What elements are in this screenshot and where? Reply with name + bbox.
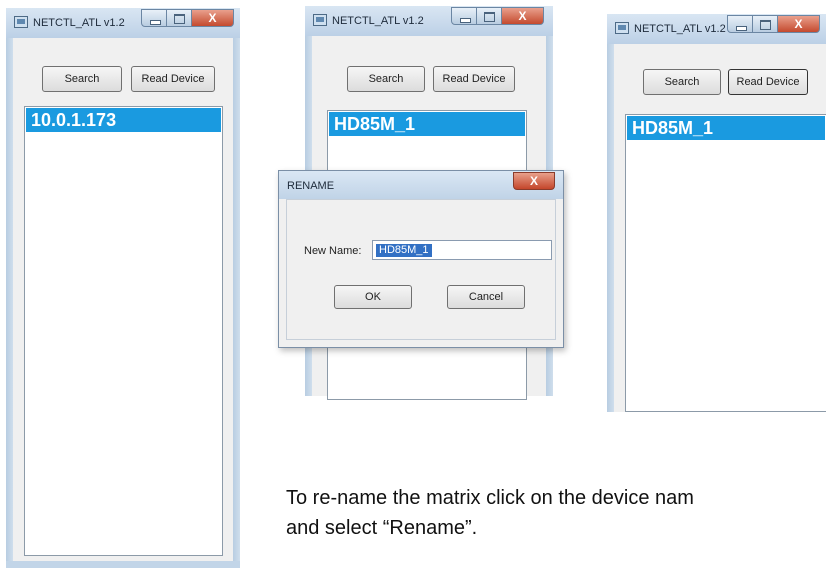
- maximize-icon: [484, 12, 495, 22]
- maximize-button[interactable]: [167, 9, 192, 27]
- device-list[interactable]: HD85M_1: [625, 114, 826, 412]
- title-bar[interactable]: NETCTL_ATL v1.2 X: [305, 6, 553, 36]
- caption-line-2: and select “Rename”.: [286, 517, 478, 539]
- new-name-input[interactable]: HD85M_1: [372, 240, 552, 260]
- maximize-icon: [174, 14, 185, 24]
- window-title: NETCTL_ATL v1.2: [634, 23, 726, 35]
- minimize-icon: [460, 18, 471, 23]
- title-bar[interactable]: NETCTL_ATL v1.2 X: [6, 8, 240, 38]
- window-frame-right: [233, 38, 240, 568]
- device-list[interactable]: 10.0.1.173: [24, 106, 223, 556]
- minimize-button[interactable]: [727, 15, 753, 33]
- search-button[interactable]: Search: [347, 66, 425, 92]
- search-button[interactable]: Search: [643, 69, 721, 95]
- close-button[interactable]: X: [502, 7, 544, 25]
- window-frame-left: [6, 38, 13, 568]
- dialog-body: New Name: HD85M_1 OK Cancel: [286, 199, 556, 340]
- read-device-button[interactable]: Read Device: [728, 69, 808, 95]
- close-button[interactable]: X: [192, 9, 234, 27]
- dialog-title-bar[interactable]: RENAME X: [279, 171, 563, 199]
- maximize-button[interactable]: [477, 7, 502, 25]
- minimize-icon: [736, 26, 747, 31]
- maximize-button[interactable]: [753, 15, 778, 33]
- app-icon: [14, 16, 28, 28]
- app-icon: [313, 14, 327, 26]
- new-name-input-value: HD85M_1: [376, 244, 432, 257]
- minimize-button[interactable]: [451, 7, 477, 25]
- minimize-icon: [150, 20, 161, 25]
- read-device-button[interactable]: Read Device: [131, 66, 215, 92]
- ok-button[interactable]: OK: [334, 285, 412, 309]
- cancel-button[interactable]: Cancel: [447, 285, 525, 309]
- read-device-button[interactable]: Read Device: [433, 66, 515, 92]
- window-title: NETCTL_ATL v1.2: [33, 17, 125, 29]
- maximize-icon: [760, 20, 771, 30]
- minimize-button[interactable]: [141, 9, 167, 27]
- rename-dialog: RENAME X New Name: HD85M_1 OK Cancel: [278, 170, 564, 348]
- device-list-item-selected[interactable]: 10.0.1.173: [26, 108, 221, 132]
- app-window-1: NETCTL_ATL v1.2 X Search Read Device 10.…: [6, 8, 240, 568]
- title-bar[interactable]: NETCTL_ATL v1.2 X: [607, 14, 826, 44]
- app-window-3: NETCTL_ATL v1.2 X Search Read Device HD8…: [607, 14, 826, 412]
- new-name-label: New Name:: [304, 245, 362, 257]
- caption-line-1: To re-name the matrix click on the devic…: [286, 487, 694, 509]
- close-button[interactable]: X: [778, 15, 820, 33]
- device-list-item-selected[interactable]: HD85M_1: [329, 112, 525, 136]
- dialog-title: RENAME: [287, 180, 335, 192]
- search-button[interactable]: Search: [42, 66, 122, 92]
- instruction-caption: To re-name the matrix click on the devic…: [286, 483, 694, 543]
- app-icon: [615, 22, 629, 34]
- window-title: NETCTL_ATL v1.2: [332, 15, 424, 27]
- window-frame-left: [607, 44, 614, 412]
- window-frame-bottom: [6, 561, 240, 568]
- device-list-item-selected[interactable]: HD85M_1: [627, 116, 825, 140]
- dialog-close-button[interactable]: X: [513, 172, 555, 190]
